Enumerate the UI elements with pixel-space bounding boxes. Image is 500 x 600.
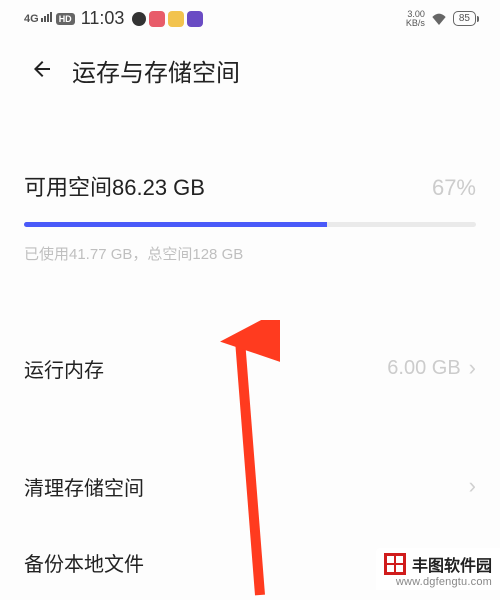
page-title: 运存与存储空间 (72, 53, 240, 88)
status-time: 11:03 (81, 8, 125, 29)
status-bar: 4G HD 11:03 3.00 KB/s 85 (0, 0, 500, 33)
ram-label: 运行内存 (24, 354, 104, 383)
watermark: 丰图软件园 www.dgfengtu.com (376, 548, 500, 590)
backup-files-label: 备份本地文件 (24, 548, 144, 577)
notification-app-icon (168, 11, 184, 27)
wifi-icon (431, 13, 447, 25)
storage-available-label: 可用空间86.23 GB (24, 170, 205, 202)
storage-top-row: 可用空间86.23 GB 67% (24, 170, 476, 202)
ram-right: 6.00 GB › (387, 355, 476, 381)
notification-dot-icon (132, 12, 146, 26)
page-header: 运存与存储空间 (0, 33, 500, 100)
clean-storage-row[interactable]: 清理存储空间 › (0, 452, 500, 520)
clean-storage-label: 清理存储空间 (24, 472, 144, 501)
storage-progress-fill (24, 222, 327, 227)
storage-percent: 67% (432, 175, 476, 201)
chevron-right-icon: › (469, 473, 476, 499)
back-button[interactable] (30, 57, 54, 85)
battery-indicator: 85 (453, 11, 476, 26)
notification-app-icon (149, 11, 165, 27)
status-left: 4G HD 11:03 (24, 8, 203, 29)
signal-4g-label: 4G (24, 13, 39, 25)
notification-icons (132, 11, 203, 27)
storage-summary: 可用空间86.23 GB 67% 已使用41.77 GB，总空间128 GB (0, 100, 500, 264)
ram-row[interactable]: 运行内存 6.00 GB › (0, 334, 500, 402)
clean-right: › (469, 473, 476, 499)
network-speed: 3.00 KB/s (406, 10, 425, 28)
watermark-logo-icon (384, 553, 406, 575)
netspeed-unit: KB/s (406, 19, 425, 28)
ram-value: 6.00 GB (387, 357, 460, 380)
storage-progress-bar (24, 222, 476, 227)
watermark-logo-row: 丰图软件园 (384, 552, 492, 576)
signal-indicator: 4G (24, 12, 52, 25)
storage-detail-text: 已使用41.77 GB，总空间128 GB (24, 243, 476, 264)
signal-bars-icon (41, 12, 52, 22)
status-right: 3.00 KB/s 85 (406, 10, 476, 28)
chevron-right-icon: › (469, 355, 476, 381)
watermark-url: www.dgfengtu.com (384, 576, 492, 588)
watermark-name: 丰图软件园 (412, 552, 492, 576)
arrow-left-icon (30, 57, 54, 81)
hd-badge: HD (56, 13, 75, 25)
notification-app-icon (187, 11, 203, 27)
